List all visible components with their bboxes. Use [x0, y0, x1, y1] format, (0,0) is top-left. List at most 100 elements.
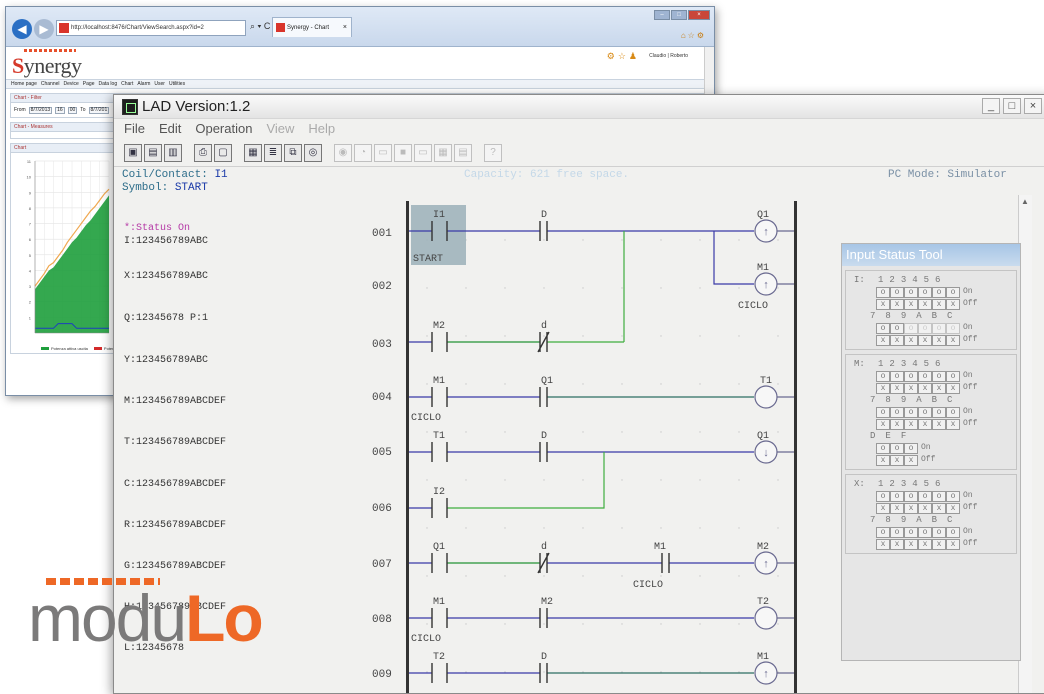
toggle-off[interactable]: x	[890, 454, 904, 466]
menu-device[interactable]: Device	[64, 80, 79, 88]
toggle-off[interactable]: x	[918, 502, 932, 514]
toggle-off[interactable]: x	[876, 502, 890, 514]
menu-channel[interactable]: Channel	[41, 80, 60, 88]
toggle-off[interactable]: x	[932, 382, 946, 394]
toggle-on[interactable]: o	[918, 406, 932, 418]
toggle-on[interactable]: o	[946, 526, 960, 538]
toggle-off[interactable]: x	[904, 382, 918, 394]
minimize-button[interactable]: –	[654, 10, 670, 20]
toggle-off[interactable]: x	[946, 334, 960, 346]
back-button[interactable]: ◀	[12, 19, 32, 39]
toggle-on[interactable]: o	[932, 286, 946, 298]
toggle-on[interactable]: o	[932, 490, 946, 502]
toggle-off[interactable]: x	[904, 454, 918, 466]
toggle-on[interactable]: o	[890, 442, 904, 454]
toggle-on[interactable]: o	[890, 526, 904, 538]
toggle-on[interactable]: o	[918, 322, 932, 334]
menu-data-log[interactable]: Data log	[98, 80, 117, 88]
toggle-on[interactable]: o	[890, 406, 904, 418]
toggle-off[interactable]: x	[932, 418, 946, 430]
toggle-on[interactable]: o	[932, 526, 946, 538]
toggle-off[interactable]: x	[890, 334, 904, 346]
toggle-on[interactable]: o	[904, 526, 918, 538]
menu-home[interactable]: Home page	[11, 80, 37, 88]
toggle-off[interactable]: x	[876, 454, 890, 466]
toggle-on[interactable]: o	[904, 370, 918, 382]
toggle-off[interactable]: x	[918, 298, 932, 310]
toggle-on[interactable]: o	[904, 286, 918, 298]
toggle-on[interactable]: o	[904, 322, 918, 334]
toggle-off[interactable]: x	[904, 502, 918, 514]
toggle-on[interactable]: o	[946, 286, 960, 298]
toggle-off[interactable]: x	[932, 298, 946, 310]
toggle-off[interactable]: x	[946, 298, 960, 310]
toggle-on[interactable]: o	[946, 406, 960, 418]
toggle-on[interactable]: o	[890, 490, 904, 502]
address-bar[interactable]: http://localhost:8476/Chart/ViewSearch.a…	[56, 20, 246, 36]
toggle-on[interactable]: o	[904, 442, 918, 454]
toggle-off[interactable]: x	[932, 334, 946, 346]
toggle-off[interactable]: x	[904, 538, 918, 550]
scroll-up-icon[interactable]: ▲	[1021, 197, 1029, 206]
toggle-on[interactable]: o	[890, 322, 904, 334]
maximize-button[interactable]: □	[671, 10, 687, 20]
toggle-off[interactable]: x	[890, 538, 904, 550]
toggle-on[interactable]: o	[932, 406, 946, 418]
to-date-input[interactable]: 8/7/201	[88, 106, 110, 114]
toggle-off[interactable]: x	[890, 298, 904, 310]
toggle-on[interactable]: o	[904, 406, 918, 418]
from-hour-input[interactable]: 16	[55, 106, 65, 114]
toggle-on[interactable]: o	[946, 322, 960, 334]
toggle-off[interactable]: x	[946, 502, 960, 514]
toggle-off[interactable]: x	[904, 334, 918, 346]
tab-close-icon[interactable]: ×	[343, 18, 347, 38]
toggle-off[interactable]: x	[876, 298, 890, 310]
toggle-off[interactable]: x	[904, 298, 918, 310]
toggle-on[interactable]: o	[918, 286, 932, 298]
toggle-on[interactable]: o	[932, 370, 946, 382]
menu-page[interactable]: Page	[83, 80, 95, 88]
toggle-off[interactable]: x	[946, 382, 960, 394]
close-button[interactable]: ×	[688, 10, 710, 20]
toggle-on[interactable]: o	[946, 490, 960, 502]
toggle-on[interactable]: o	[946, 370, 960, 382]
toggle-off[interactable]: x	[918, 382, 932, 394]
toggle-off[interactable]: x	[946, 538, 960, 550]
toggle-on[interactable]: o	[876, 286, 890, 298]
toggle-on[interactable]: o	[918, 370, 932, 382]
toggle-on[interactable]: o	[876, 526, 890, 538]
toggle-on[interactable]: o	[890, 370, 904, 382]
synergy-logo[interactable]: Synergy	[12, 53, 82, 79]
toggle-on[interactable]: o	[932, 322, 946, 334]
browser-toolbar-icons[interactable]: ⌂☆⚙	[681, 31, 706, 40]
toggle-on[interactable]: o	[904, 490, 918, 502]
toggle-off[interactable]: x	[918, 334, 932, 346]
toggle-off[interactable]: x	[890, 382, 904, 394]
toggle-on[interactable]: o	[876, 370, 890, 382]
toggle-off[interactable]: x	[876, 538, 890, 550]
user-icons[interactable]: ⚙☆♟	[607, 51, 640, 62]
from-minute-input[interactable]: 00	[67, 106, 78, 114]
toggle-on[interactable]: o	[876, 322, 890, 334]
toggle-off[interactable]: x	[918, 538, 932, 550]
coil-t2[interactable]	[754, 606, 778, 630]
menu-alarm[interactable]: Alarm	[137, 80, 150, 88]
toggle-off[interactable]: x	[946, 418, 960, 430]
toggle-off[interactable]: x	[932, 502, 946, 514]
toggle-off[interactable]: x	[932, 538, 946, 550]
toggle-off[interactable]: x	[876, 334, 890, 346]
toggle-on[interactable]: o	[918, 526, 932, 538]
menu-chart[interactable]: Chart	[121, 80, 133, 88]
toggle-off[interactable]: x	[904, 418, 918, 430]
browser-tab[interactable]: Synergy - Chart ×	[272, 17, 352, 37]
toggle-off[interactable]: x	[890, 502, 904, 514]
toggle-off[interactable]: x	[876, 418, 890, 430]
from-date-input[interactable]: 8/7/2013	[28, 106, 53, 114]
toggle-off[interactable]: x	[876, 382, 890, 394]
forward-button[interactable]: ▶	[34, 19, 54, 39]
coil-t1[interactable]	[754, 385, 778, 409]
menu-utilities[interactable]: Utilities	[169, 80, 185, 88]
toggle-on[interactable]: o	[890, 286, 904, 298]
toggle-off[interactable]: x	[918, 418, 932, 430]
address-tools[interactable]: ⌕ ▾ C	[250, 21, 270, 32]
